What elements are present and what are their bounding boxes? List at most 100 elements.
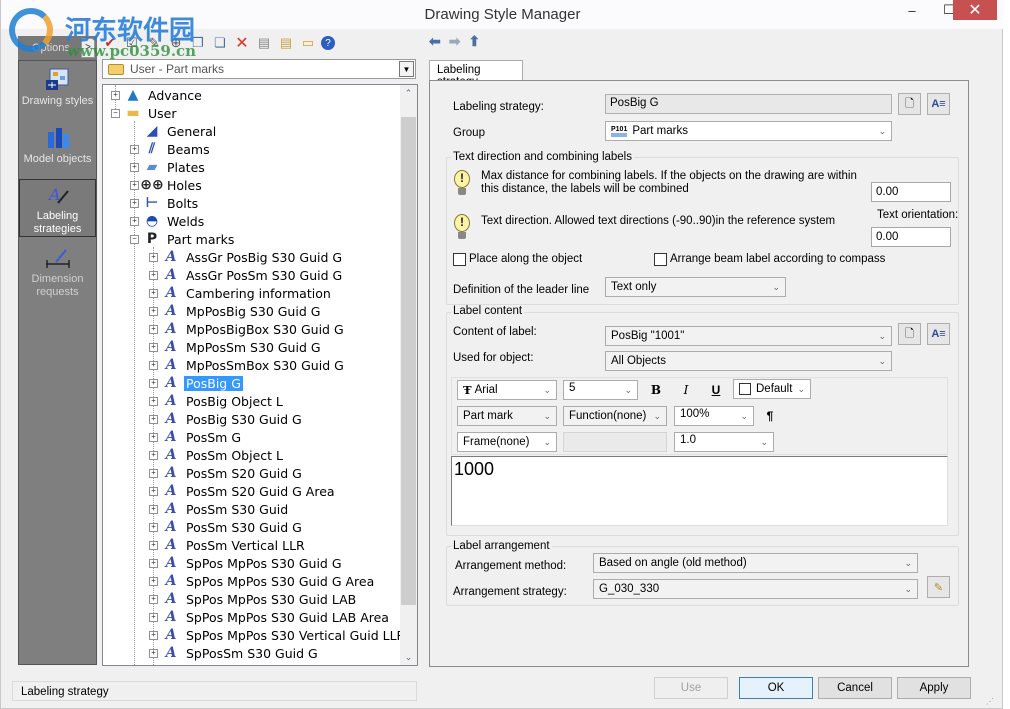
expand-icon[interactable]: + [130,216,139,226]
expand-icon[interactable]: + [149,522,158,532]
expand-icon[interactable]: + [149,612,158,622]
italic-button[interactable]: I [674,380,698,400]
expand-icon[interactable]: + [149,468,158,478]
label-text-editor[interactable]: 1000 [451,456,948,526]
sidebar-item-labeling-strategies[interactable]: A Labeling strategies [19,179,96,237]
tree-node[interactable]: ◢ General [130,122,218,140]
tree-node[interactable]: + ⊢ Bolts [130,194,200,212]
expand-icon[interactable]: + [149,576,158,586]
tree-node[interactable]: + A AssGr PosSm S30 Guid G [149,266,344,284]
scrollbar-thumb[interactable] [401,117,416,605]
expand-icon[interactable]: + [149,486,158,496]
max-distance-input[interactable]: 0.00 [871,182,951,202]
text-orientation-input[interactable]: 0.00 [871,227,951,247]
new-document-icon[interactable]: ✔ [101,34,119,52]
sidebar-item-dimension-requests[interactable]: Dimension requests [19,243,96,301]
properties-button[interactable]: A≡ [927,93,950,115]
tree-scrollbar[interactable]: ⌃ ⌄ [400,85,417,665]
tree-node[interactable]: + ◓ Welds [130,212,206,230]
tree-node[interactable]: + ▲ Advance [111,86,204,104]
collapse-icon[interactable]: − [130,234,139,244]
arrange-compass-checkbox[interactable] [654,253,667,266]
expand-icon[interactable]: + [149,378,158,388]
close-button[interactable]: ✕ [953,0,997,20]
expand-icon[interactable]: + [149,252,158,262]
scale-select[interactable]: 100% ⌄ [674,406,754,426]
new-content-button[interactable]: 🗋 [898,323,921,345]
tree-node[interactable]: + A PosSm Vertical LLR [149,536,307,554]
tree-node[interactable]: + A PosSm S20 Guid G [149,464,304,482]
sidebar-item-drawing-styles[interactable]: Drawing styles [19,65,96,117]
check-document-icon[interactable]: ☑ [123,34,141,52]
expand-icon[interactable]: + [149,288,158,298]
tree-node[interactable]: + A PosBig S30 Guid G [149,410,304,428]
expand-icon[interactable]: + [130,162,139,172]
expand-icon[interactable]: + [149,432,158,442]
tree-node[interactable]: + A SpPos MpPos S30 Guid LAB [149,590,358,608]
tree-node[interactable]: + A SpPos MpPos S30 Vertical Guid LLR [149,626,407,644]
group-select[interactable]: P101 Part marks ⌄ [605,121,892,141]
expand-icon[interactable]: + [149,558,158,568]
tree-node[interactable]: + A MpPosSmBox S30 Guid G [149,356,346,374]
tree-node[interactable]: + A Cambering information [149,284,333,302]
tree-node[interactable]: + A MpPosBigBox S30 Guid G [149,320,346,338]
tree-node[interactable]: + A AssGr PosBig S30 Guid G [149,248,344,266]
expand-icon[interactable]: + [149,360,158,370]
forward-arrow-icon[interactable]: ➡ [449,33,461,50]
paste-icon[interactable]: ❏ [211,34,229,52]
tree-node[interactable]: + A SpPos MpPos S30 Guid LAB Area [149,608,391,626]
add-document-icon[interactable]: ⊕ [167,34,185,52]
bold-button[interactable]: B [644,380,668,400]
edit-document-icon[interactable]: ✎ [145,34,163,52]
collapse-options-button[interactable]: > [81,38,95,58]
expand-icon[interactable]: + [149,270,158,280]
tree-node[interactable]: + A SpPos MpPos S30 Guid G Area [149,572,376,590]
expand-icon[interactable]: + [149,540,158,550]
expand-icon[interactable]: + [149,324,158,334]
tree-node[interactable]: + A PosBig Object L [149,392,285,410]
expand-icon[interactable]: + [149,594,158,604]
tree-node[interactable]: + A PosSm S30 Guid [149,500,290,518]
tree-node[interactable]: + A SpPos MpPos S30 Guid G [149,554,344,572]
scroll-up-icon[interactable]: ⌃ [400,85,417,101]
expand-icon[interactable]: + [149,396,158,406]
tree-node[interactable]: − P Part marks [130,230,236,248]
tree-node[interactable]: + A PosSm Object L [149,446,285,464]
arrangement-method-select[interactable]: Based on angle (old method) ⌄ [593,553,918,573]
ok-button[interactable]: OK [739,677,813,699]
tree-node[interactable]: + A PosSm S20 Guid G Area [149,482,337,500]
resize-grip-icon[interactable]: ⋰ [986,697,994,706]
function-select[interactable]: Function(none) ⌄ [563,406,667,426]
cancel-button[interactable]: Cancel [818,677,892,699]
use-button[interactable]: Use [654,677,728,699]
tree-node[interactable]: + A MpPosSm S30 Guid G [149,338,323,356]
expand-icon[interactable]: + [149,342,158,352]
tree-node[interactable]: + A PosBig G [149,374,243,392]
expand-icon[interactable]: + [130,180,139,190]
tree-node[interactable]: + A SpPosSm S30 Guid G [149,644,320,662]
expand-icon[interactable]: + [149,450,158,460]
arrangement-strategy-select[interactable]: G_030_330 ⌄ [593,579,918,599]
expand-icon[interactable]: + [130,198,139,208]
expand-icon[interactable]: + [130,144,139,154]
export-icon[interactable]: ▤ [255,34,273,52]
paragraph-button[interactable]: ¶ [758,406,782,426]
font-select[interactable]: Ŧ Arial ⌄ [457,380,557,400]
content-properties-button[interactable]: A≡ [927,323,950,345]
size-select[interactable]: 5 ⌄ [563,380,638,400]
underline-button[interactable]: U [704,380,728,400]
line-width-select[interactable]: 1.0 ⌄ [674,432,774,452]
collapse-icon[interactable]: − [111,108,120,118]
content-of-label-select[interactable]: PosBig "1001" ⌄ [605,326,892,346]
expand-icon[interactable]: + [149,306,158,316]
copy-icon[interactable]: ❐ [189,34,207,52]
leader-line-select[interactable]: Text only ⌄ [605,277,786,297]
monitor-icon[interactable]: ▭ [299,34,317,52]
field-select[interactable]: Part mark ⌄ [457,406,557,426]
tree-node[interactable]: + A MpPosBig S30 Guid G [149,302,322,320]
sidebar-item-model-objects[interactable]: Model objects [19,123,96,175]
tree-node[interactable]: + ▰ Plates [130,158,207,176]
delete-icon[interactable]: ✕ [233,34,251,52]
tree-node[interactable]: − ▬ User [111,104,179,122]
expand-icon[interactable]: + [111,90,120,100]
